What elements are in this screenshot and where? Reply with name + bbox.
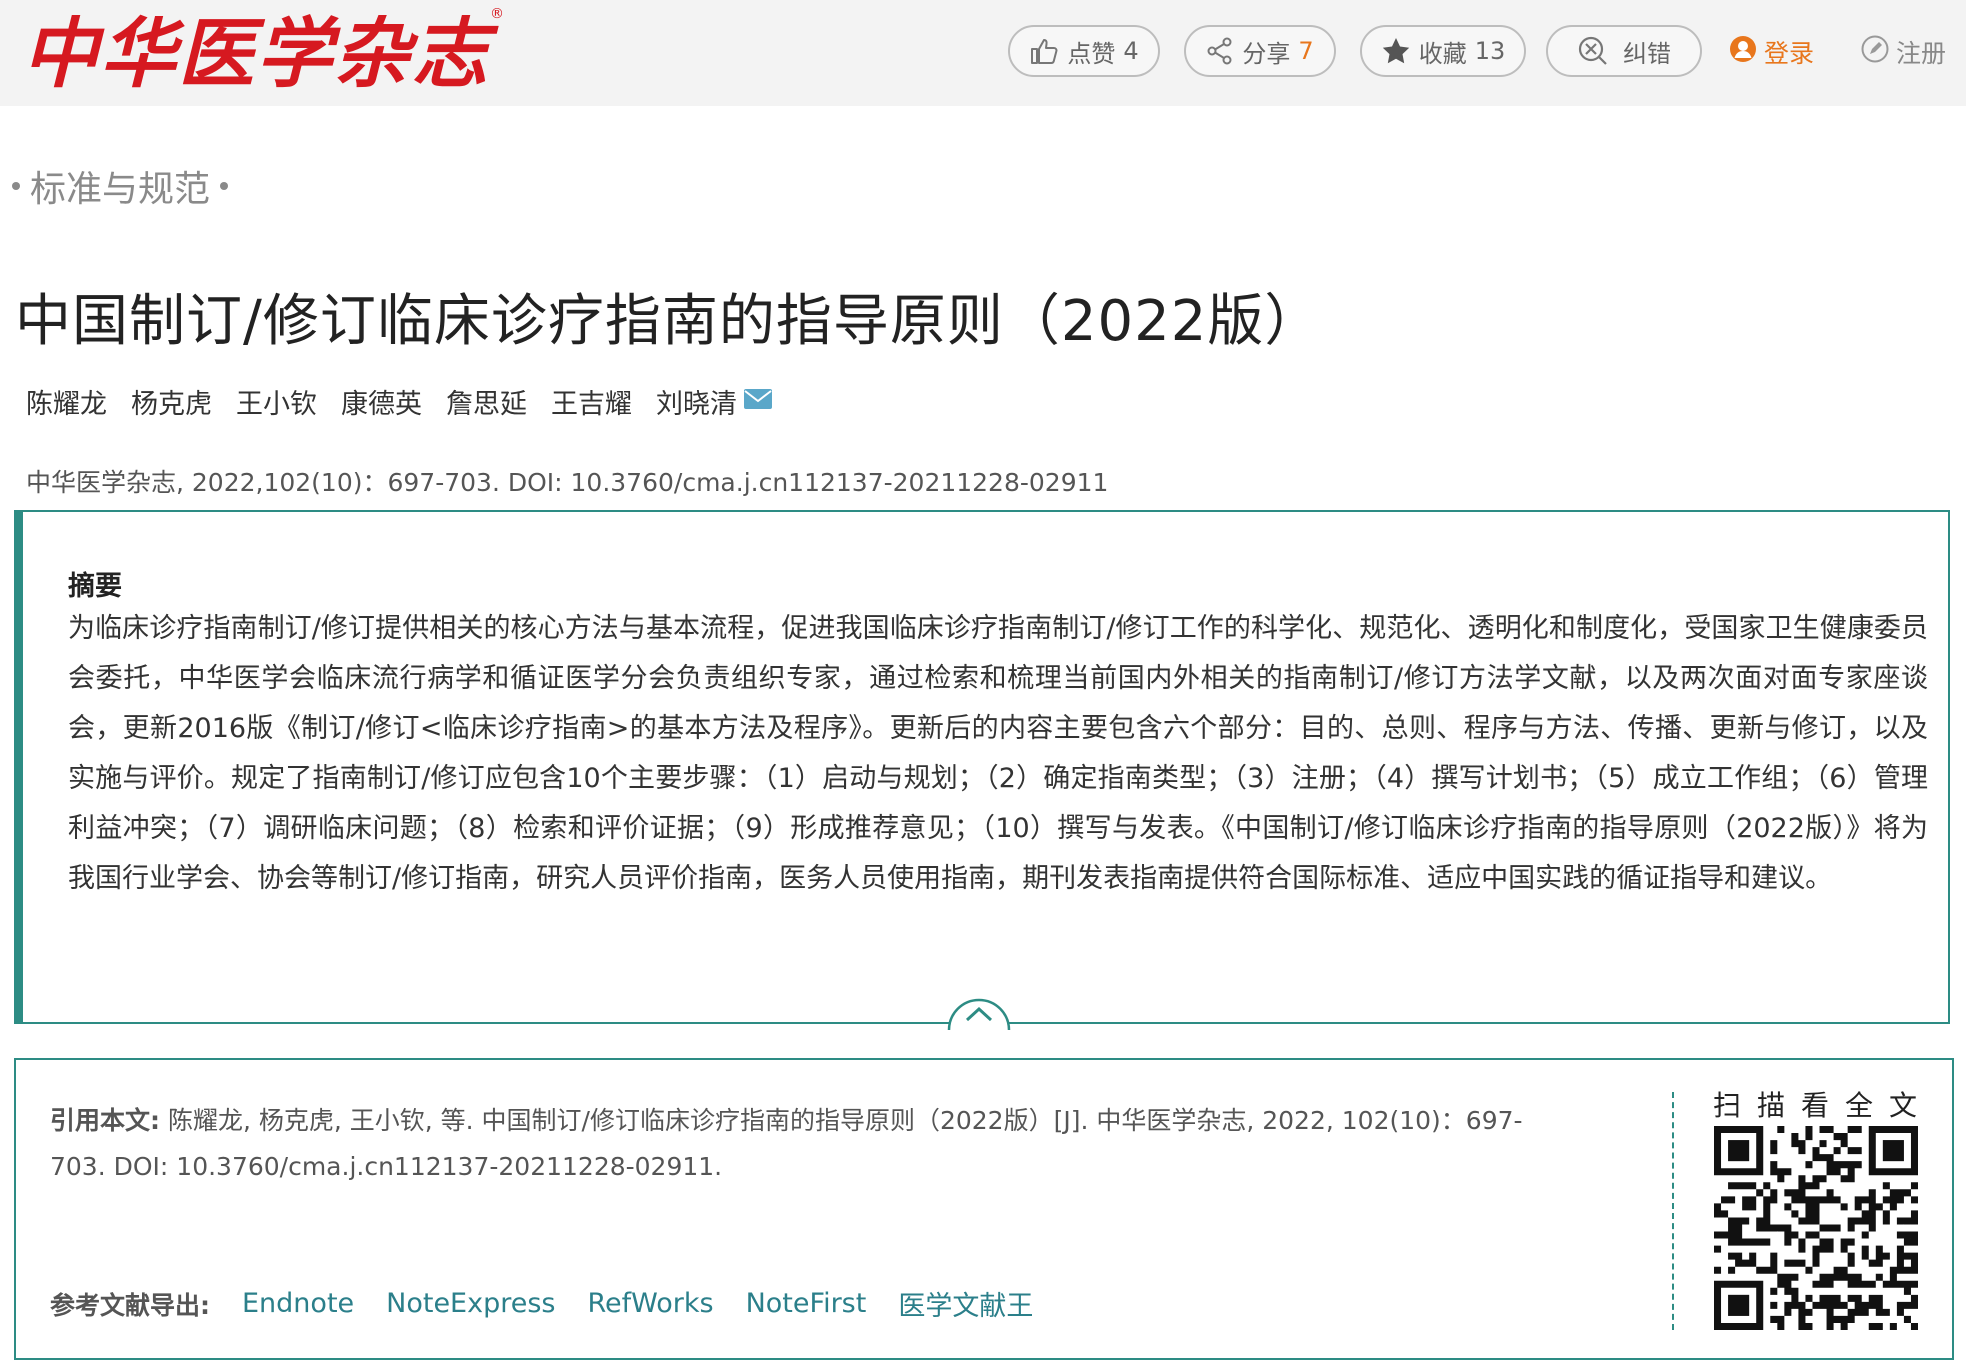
author-link[interactable]: 王吉耀 [551, 382, 632, 421]
qr-code-image[interactable] [1714, 1126, 1918, 1330]
cite-label: 引用本文: [50, 1106, 160, 1135]
correction-button[interactable]: 纠错 [1546, 25, 1702, 77]
registered-mark: ® [490, 6, 504, 22]
export-refworks-link[interactable]: RefWorks [587, 1288, 713, 1319]
pencil-icon [1860, 34, 1890, 70]
corresponding-author: 刘晓清 [656, 382, 773, 421]
section-label: 标准与规范 [30, 169, 211, 210]
chevron-up-icon [947, 998, 1011, 1036]
export-noteexpress-link[interactable]: NoteExpress [386, 1288, 555, 1319]
like-label: 点赞 [1067, 39, 1116, 68]
qr-finder-center [1728, 1294, 1750, 1316]
journal-citation: 中华医学杂志, 2022,102(10)：697-703. DOI: 10.37… [26, 468, 1109, 497]
author-link[interactable]: 康德英 [341, 382, 422, 421]
article-title: 中国制订/修订临床诊疗指南的指导原则（2022版） [15, 289, 1322, 354]
like-button[interactable]: 点赞 4 [1008, 25, 1160, 77]
author-link[interactable]: 杨克虎 [131, 382, 212, 421]
share-count: 7 [1298, 37, 1314, 65]
site-header: 中华医学杂志 ® 点赞 4 分享 7 收藏 13 纠错 登录 注册 [0, 0, 1966, 106]
section-tag: 标准与规范 [12, 160, 229, 212]
author-link[interactable]: 王小钦 [236, 382, 317, 421]
export-yixuewenxianwang-link[interactable]: 医学文献王 [898, 1284, 1033, 1323]
bullet-dot [12, 182, 20, 190]
like-count: 4 [1123, 37, 1139, 65]
star-icon [1381, 36, 1411, 66]
cite-reference: 陈耀龙, 杨克虎, 王小钦, 等. 中国制订/修订临床诊疗指南的指导原则（202… [50, 1106, 1523, 1181]
export-label: 参考文献导出: [50, 1290, 210, 1320]
author-link[interactable]: 刘晓清 [656, 382, 737, 421]
author-link[interactable]: 陈耀龙 [26, 382, 107, 421]
email-icon[interactable] [743, 386, 773, 417]
cite-text-block: 引用本文: 陈耀龙, 杨克虎, 王小钦, 等. 中国制订/修订临床诊疗指南的指导… [50, 1098, 1530, 1190]
share-icon [1206, 37, 1234, 65]
abstract-panel: 摘要 为临床诊疗指南制订/修订提供相关的核心方法与基本流程，促进我国临床诊疗指南… [14, 510, 1950, 1031]
abstract-heading: 摘要 [68, 571, 122, 602]
logo-text: 中华医学杂志 [22, 9, 490, 98]
favorite-button[interactable]: 收藏 13 [1360, 25, 1526, 77]
qr-caption: 扫描看全文 [1713, 1089, 1934, 1122]
cite-panel: 引用本文: 陈耀龙, 杨克虎, 王小钦, 等. 中国制订/修订临床诊疗指南的指导… [14, 1058, 1954, 1360]
register-link[interactable]: 注册 [1860, 30, 1946, 74]
journal-logo[interactable]: 中华医学杂志 ® [22, 6, 504, 100]
correction-label: 纠错 [1623, 39, 1671, 68]
export-endnote-link[interactable]: Endnote [242, 1288, 354, 1319]
share-label: 分享 [1242, 39, 1291, 68]
login-label: 登录 [1764, 39, 1815, 68]
error-correct-icon [1577, 35, 1609, 67]
register-label: 注册 [1896, 39, 1947, 68]
abstract-text: 为临床诊疗指南制订/修订提供相关的核心方法与基本流程，促进我国临床诊疗指南制订/… [68, 613, 1928, 894]
thumbs-up-icon [1029, 36, 1059, 66]
login-link[interactable]: 登录 [1728, 30, 1814, 74]
export-notefirst-link[interactable]: NoteFirst [746, 1288, 867, 1319]
reference-export-row: 参考文献导出: Endnote NoteExpress RefWorks Not… [50, 1284, 1033, 1323]
share-button[interactable]: 分享 7 [1184, 25, 1336, 77]
user-icon [1728, 34, 1758, 70]
author-list: 陈耀龙 杨克虎 王小钦 康德英 詹思延 王吉耀 刘晓清 [26, 382, 773, 421]
favorite-label: 收藏 [1418, 39, 1467, 68]
favorite-count: 13 [1474, 37, 1506, 65]
qr-divider [1672, 1092, 1674, 1330]
collapse-abstract-button[interactable] [947, 992, 1011, 1032]
author-link[interactable]: 詹思延 [446, 382, 527, 421]
bullet-dot [220, 182, 229, 190]
qr-finder-center [1728, 1140, 1750, 1162]
qr-finder-center [1882, 1140, 1904, 1162]
